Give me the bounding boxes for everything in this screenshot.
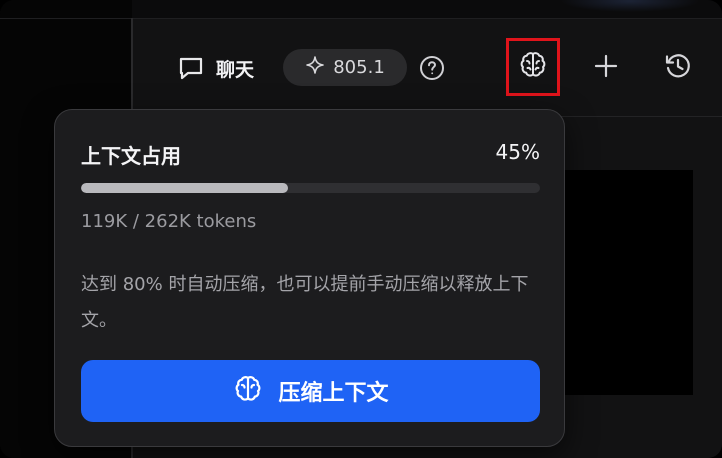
context-usage-progress-bar [81, 183, 540, 193]
help-circle-icon[interactable] [419, 55, 445, 81]
plus-icon [593, 53, 619, 83]
credits-badge[interactable]: 805.1 [283, 49, 407, 86]
compress-context-label: 压缩上下文 [278, 381, 389, 406]
context-usage-button[interactable] [506, 38, 560, 96]
context-usage-title: 上下文占用 [81, 144, 181, 168]
chat-bubble-icon [176, 53, 206, 83]
context-usage-description: 达到 80% 时自动压缩，也可以提前手动压缩以释放上下文。 [81, 274, 529, 331]
app-window: 聊天 805.1 上下文占用 45% 119K / 262K tokens 达到… [0, 0, 722, 458]
credits-value: 805.1 [333, 57, 385, 78]
context-usage-popover: 上下文占用 45% 119K / 262K tokens 达到 80% 时自动压… [54, 109, 565, 447]
new-chat-button[interactable] [590, 52, 622, 84]
background-content-block [565, 170, 693, 395]
compress-context-button[interactable]: 压缩上下文 [81, 360, 540, 422]
history-icon [663, 51, 693, 85]
brain-icon [517, 49, 549, 85]
chat-tab-label: 聊天 [216, 58, 255, 81]
history-button[interactable] [662, 52, 694, 84]
context-token-count: 119K / 262K tokens [81, 211, 257, 232]
top-glow [560, 0, 700, 12]
context-usage-progress-fill [81, 183, 288, 193]
context-usage-percent: 45% [495, 140, 540, 164]
chat-tab[interactable]: 聊天 [176, 52, 254, 84]
brain-icon [232, 373, 264, 409]
sparkle-icon [305, 55, 325, 80]
